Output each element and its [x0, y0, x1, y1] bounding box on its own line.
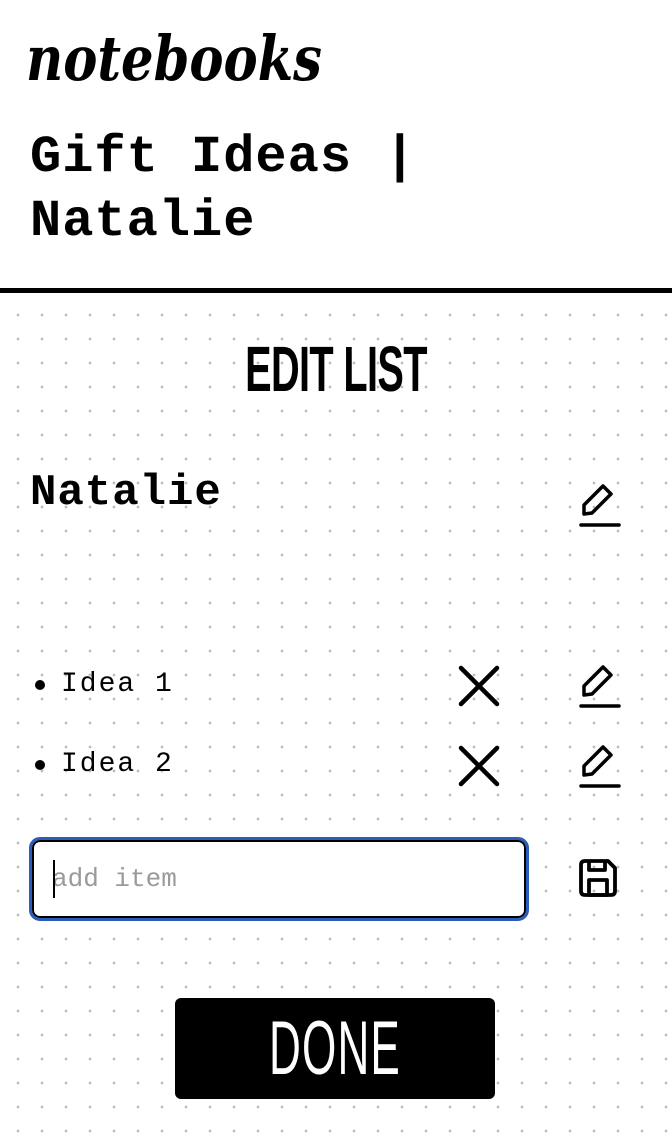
remove-item-button[interactable] [453, 660, 505, 712]
pencil-icon [579, 484, 621, 527]
list-item-text: Idea 2 [61, 749, 174, 780]
list-item: Idea 2 [30, 741, 640, 791]
svg-text:notebooks: notebooks [26, 22, 322, 95]
remove-item-button[interactable] [453, 740, 505, 792]
page: notebooks Gift Ideas | Natalie EDIT LIST… [0, 0, 672, 1146]
bullet-icon [35, 760, 45, 770]
list-owner-name: Natalie [30, 468, 222, 518]
save-item-button[interactable] [572, 852, 624, 904]
done-button[interactable]: DONE [175, 998, 495, 1099]
close-icon [458, 745, 500, 787]
floppy-disk-icon [579, 859, 617, 897]
edit-list-panel: EDIT LIST Natalie Idea 1 Idea 2 add item… [0, 293, 672, 1146]
add-item-input[interactable] [29, 837, 529, 921]
done-button-label: DONE [268, 1006, 401, 1091]
list-title: Gift Ideas | Natalie [30, 128, 417, 251]
list-item: Idea 1 [30, 661, 640, 711]
notebooks-logo: notebooks [26, 22, 322, 95]
pencil-icon [579, 665, 621, 708]
bullet-icon [35, 680, 45, 690]
pencil-icon [579, 745, 621, 788]
section-heading: EDIT LIST [245, 333, 427, 405]
edit-item-button[interactable] [573, 659, 625, 711]
edit-item-button[interactable] [573, 739, 625, 791]
list-item-text: Idea 1 [61, 669, 174, 700]
edit-owner-name-button[interactable] [573, 478, 625, 530]
close-icon [458, 665, 500, 707]
app-header: notebooks Gift Ideas | Natalie [0, 0, 672, 288]
